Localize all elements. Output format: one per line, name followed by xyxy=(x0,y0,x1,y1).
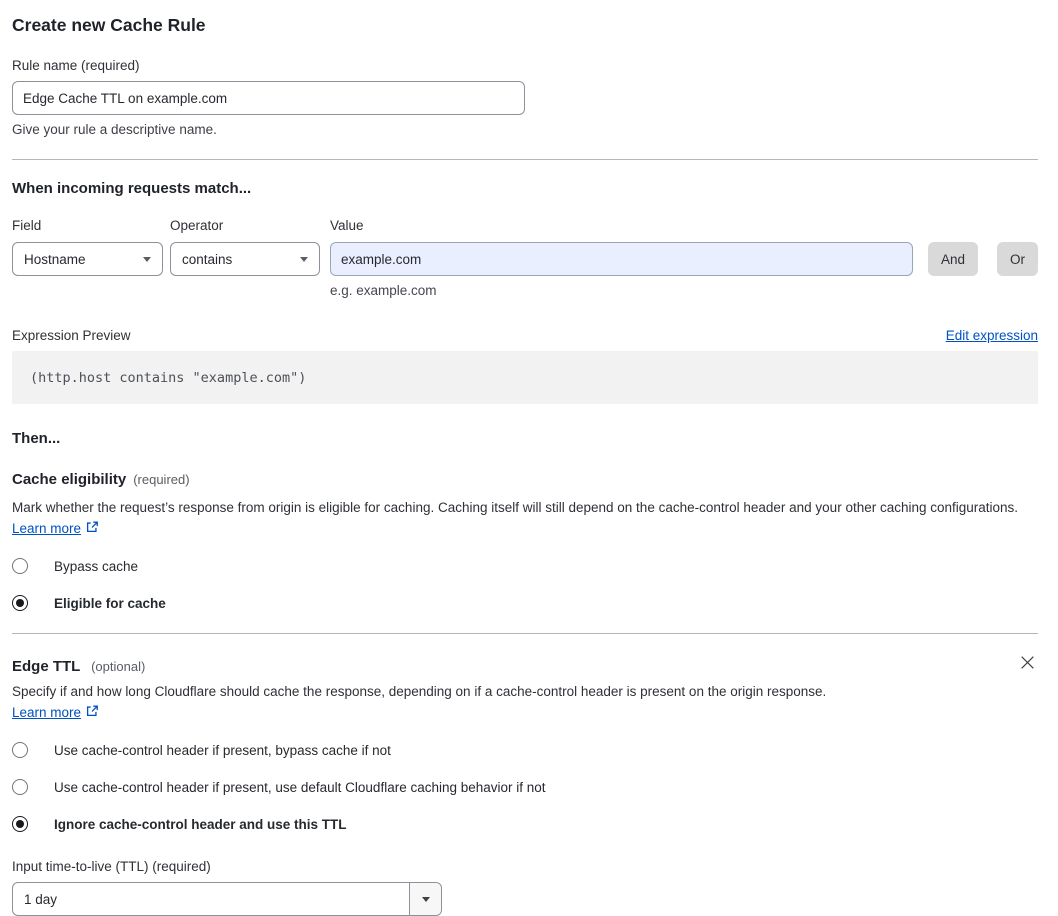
or-button[interactable]: Or xyxy=(997,242,1038,276)
edge-ttl-description-text: Specify if and how long Cloudflare shoul… xyxy=(12,684,827,699)
chevron-down-icon xyxy=(300,257,308,262)
close-edge-ttl-button[interactable] xyxy=(1017,652,1038,673)
radio-bypass-cache[interactable]: Bypass cache xyxy=(12,558,1038,574)
operator-select[interactable]: contains xyxy=(170,242,320,276)
chevron-down-icon xyxy=(421,896,430,902)
expression-text: (http.host contains "example.com") xyxy=(30,369,307,386)
radio-icon xyxy=(12,558,28,574)
section-divider xyxy=(12,159,1038,160)
edge-ttl-learn-more-link[interactable]: Learn more xyxy=(12,705,81,720)
ttl-select-value: 1 day xyxy=(24,891,58,907)
cache-eligibility-qualifier: (required) xyxy=(133,472,190,487)
cache-eligibility-description: Mark whether the request’s response from… xyxy=(12,497,1024,540)
page-title: Create new Cache Rule xyxy=(12,15,206,35)
operator-label: Operator xyxy=(170,218,224,233)
edge-ttl-qualifier: (optional) xyxy=(91,659,146,674)
external-link-icon xyxy=(85,703,99,724)
radio-label: Use cache-control header if present, byp… xyxy=(54,742,391,758)
chevron-down-icon xyxy=(143,257,151,262)
rule-name-help: Give your rule a descriptive name. xyxy=(12,122,217,137)
radio-use-header-default[interactable]: Use cache-control header if present, use… xyxy=(12,779,1038,795)
radio-use-header-bypass[interactable]: Use cache-control header if present, byp… xyxy=(12,742,1038,758)
cache-eligibility-description-text: Mark whether the request’s response from… xyxy=(12,500,1019,515)
value-input[interactable] xyxy=(330,242,913,276)
ttl-dropdown-button[interactable] xyxy=(409,883,441,915)
radio-icon xyxy=(12,779,28,795)
radio-icon xyxy=(12,742,28,758)
ttl-label: Input time-to-live (TTL) (required) xyxy=(12,859,211,874)
operator-select-value: contains xyxy=(182,251,233,267)
cache-eligibility-learn-more-link[interactable]: Learn more xyxy=(12,521,81,536)
radio-label: Bypass cache xyxy=(54,558,139,574)
radio-icon xyxy=(12,595,28,611)
value-label: Value xyxy=(330,218,364,233)
cache-eligibility-title: Cache eligibility xyxy=(12,471,127,488)
radio-label: Ignore cache-control header and use this… xyxy=(54,816,347,832)
rule-name-label: Rule name (required) xyxy=(12,58,140,73)
radio-eligible-for-cache[interactable]: Eligible for cache xyxy=(12,595,1038,611)
section-divider xyxy=(12,633,1038,634)
match-heading: When incoming requests match... xyxy=(12,180,252,197)
edge-ttl-header: Edge TTL (optional) xyxy=(12,652,1038,675)
value-hint: e.g. example.com xyxy=(330,283,437,298)
radio-icon xyxy=(12,816,28,832)
create-cache-rule-form: Create new Cache Rule Rule name (require… xyxy=(0,0,1058,916)
radio-label: Eligible for cache xyxy=(54,595,166,611)
rule-name-input[interactable] xyxy=(12,81,525,115)
match-column-labels: Field Operator Value xyxy=(12,218,1038,233)
radio-label: Use cache-control header if present, use… xyxy=(54,779,546,795)
field-select-value: Hostname xyxy=(24,251,86,267)
edge-ttl-description: Specify if and how long Cloudflare shoul… xyxy=(12,681,850,724)
match-condition-row: Hostname contains And Or xyxy=(12,242,1038,276)
close-icon xyxy=(1019,656,1036,674)
then-heading: Then... xyxy=(12,430,61,447)
field-label: Field xyxy=(12,218,42,233)
ttl-select[interactable]: 1 day xyxy=(12,882,442,916)
edit-expression-link[interactable]: Edit expression xyxy=(946,328,1038,343)
field-select[interactable]: Hostname xyxy=(12,242,163,276)
edge-ttl-title: Edge TTL xyxy=(12,658,81,675)
cache-eligibility-header: Cache eligibility (required) xyxy=(12,471,1038,488)
expression-preview-label: Expression Preview xyxy=(12,328,131,343)
external-link-icon xyxy=(85,519,99,540)
radio-ignore-header-use-ttl[interactable]: Ignore cache-control header and use this… xyxy=(12,816,1038,832)
and-button[interactable]: And xyxy=(927,242,978,276)
expression-code-block: (http.host contains "example.com") xyxy=(12,351,1038,404)
